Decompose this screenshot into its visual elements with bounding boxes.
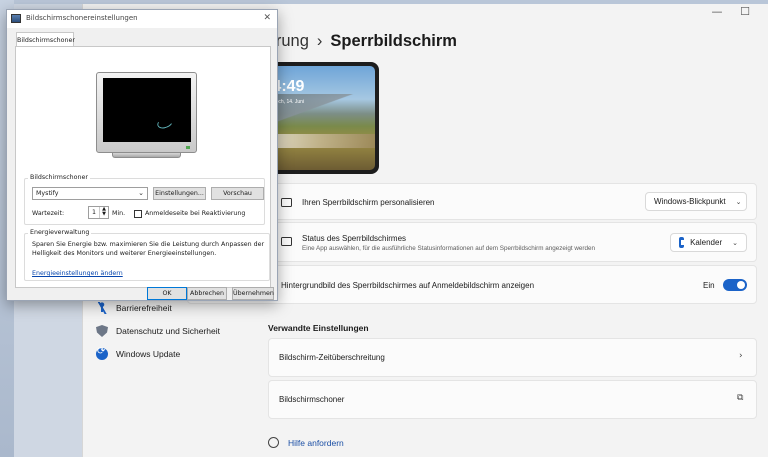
screensaver-select[interactable]: Mystify ⌄ bbox=[32, 187, 148, 200]
energy-group-label: Energieverwaltung bbox=[28, 229, 92, 236]
sidebar-item-privacy[interactable]: Datenschutz und Sicherheit bbox=[96, 324, 220, 338]
chevron-down-icon: ⌄ bbox=[138, 189, 144, 197]
screensaver-group bbox=[24, 178, 265, 225]
help-icon bbox=[268, 437, 279, 448]
resume-signin-label: Anmeldeseite bei Reaktivierung bbox=[145, 210, 246, 217]
accessibility-icon bbox=[96, 302, 108, 314]
monitor-preview bbox=[96, 72, 197, 153]
screensaver-label: Bildschirmschoner bbox=[279, 395, 345, 404]
ok-button[interactable]: OK bbox=[147, 287, 187, 300]
get-help-link[interactable]: Hilfe anfordern bbox=[288, 438, 344, 448]
screensaver-dialog: Bildschirmschonereinstellungen ✕ Bildsch… bbox=[6, 9, 278, 301]
sidebar-item-windows-update[interactable]: Windows Update bbox=[96, 346, 181, 361]
chevron-down-icon: ⌄ bbox=[732, 238, 738, 247]
status-dropdown[interactable]: Kalender ⌄ bbox=[670, 233, 747, 252]
minimize-button[interactable]: — bbox=[703, 4, 731, 18]
preview-button[interactable]: Vorschau bbox=[211, 187, 264, 200]
sidebar-item-label: Windows Update bbox=[116, 349, 181, 359]
spin-arrows-icon[interactable]: ▲ ▼ bbox=[99, 207, 108, 218]
update-icon bbox=[96, 346, 108, 360]
status-icon bbox=[281, 237, 292, 246]
status-sublabel: Eine App auswählen, für die ausführliche… bbox=[302, 245, 595, 252]
breadcrumb-separator: › bbox=[316, 32, 323, 50]
power-led bbox=[186, 146, 190, 149]
external-link-icon: ⧉ bbox=[737, 393, 744, 403]
monitor-stand bbox=[112, 153, 181, 158]
energy-text-line-1: Sparen Sie Energie bzw. maximieren Sie d… bbox=[32, 241, 265, 248]
personalize-label: Ihren Sperrbildschirm personalisieren bbox=[302, 198, 435, 207]
screensaver-group-label: Bildschirmschoner bbox=[28, 174, 90, 181]
monitor-icon bbox=[11, 14, 21, 23]
wait-minutes-input[interactable]: 1 ▲ ▼ bbox=[88, 206, 109, 219]
toggle-state-label: Ein bbox=[703, 281, 715, 290]
related-settings-heading: Verwandte Einstellungen bbox=[268, 323, 369, 333]
personalize-dropdown[interactable]: Windows-Blickpunkt ⌄ bbox=[645, 192, 747, 211]
status-dropdown-value: Kalender bbox=[690, 238, 723, 247]
screen-timeout-row[interactable]: Bildschirm-Zeitüberschreitung › bbox=[268, 338, 757, 377]
tab-screensaver[interactable]: Bildschirmschoner bbox=[16, 32, 75, 47]
close-icon[interactable]: ✕ bbox=[263, 13, 271, 23]
maximize-button[interactable]: ☐ bbox=[731, 4, 759, 18]
energy-settings-link[interactable]: Energieeinstellungen ändern bbox=[32, 270, 123, 277]
sidebar-item-label: Datenschutz und Sicherheit bbox=[116, 326, 220, 336]
energy-text-line-2: Helligkeit des Monitors und weiterer Ene… bbox=[32, 250, 217, 257]
screensaver-preview-screen bbox=[103, 78, 191, 142]
signin-background-toggle[interactable] bbox=[723, 279, 747, 291]
screensaver-select-value: Mystify bbox=[36, 190, 59, 197]
cancel-button[interactable]: Abbrechen bbox=[187, 287, 227, 300]
apply-button[interactable]: Übernehmen bbox=[232, 287, 274, 300]
calendar-icon bbox=[679, 237, 689, 248]
wait-unit: Min. bbox=[112, 210, 126, 217]
dialog-titlebar[interactable]: Bildschirmschonereinstellungen ✕ bbox=[7, 10, 277, 28]
sidebar-item-label: Barrierefreiheit bbox=[116, 303, 172, 313]
lockscreen-icon bbox=[281, 198, 292, 207]
dialog-tab-panel: Bildschirmschoner Mystify ⌄ Einstellunge… bbox=[15, 46, 271, 288]
chevron-right-icon: › bbox=[739, 351, 743, 361]
screensaver-row[interactable]: Bildschirmschoner ⧉ bbox=[268, 380, 757, 419]
dialog-title: Bildschirmschonereinstellungen bbox=[26, 14, 138, 22]
resume-signin-checkbox[interactable] bbox=[134, 210, 142, 218]
breadcrumb-current: Sperrbildschirm bbox=[330, 32, 457, 50]
shield-icon bbox=[96, 325, 108, 337]
screen-timeout-label: Bildschirm-Zeitüberschreitung bbox=[279, 353, 385, 362]
status-label: Status des Sperrbildschirmes bbox=[302, 234, 407, 243]
screensaver-settings-button[interactable]: Einstellungen... bbox=[153, 187, 206, 200]
wait-minutes-value: 1 bbox=[91, 209, 96, 216]
wait-label: Wartezeit: bbox=[32, 210, 65, 217]
chevron-down-icon: ⌄ bbox=[735, 197, 742, 206]
sidebar-item-accessibility[interactable]: Barrierefreiheit bbox=[96, 301, 172, 315]
personalize-dropdown-value: Windows-Blickpunkt bbox=[654, 197, 726, 206]
signin-background-label: Hintergrundbild des Sperrbildschirmes au… bbox=[281, 281, 535, 290]
